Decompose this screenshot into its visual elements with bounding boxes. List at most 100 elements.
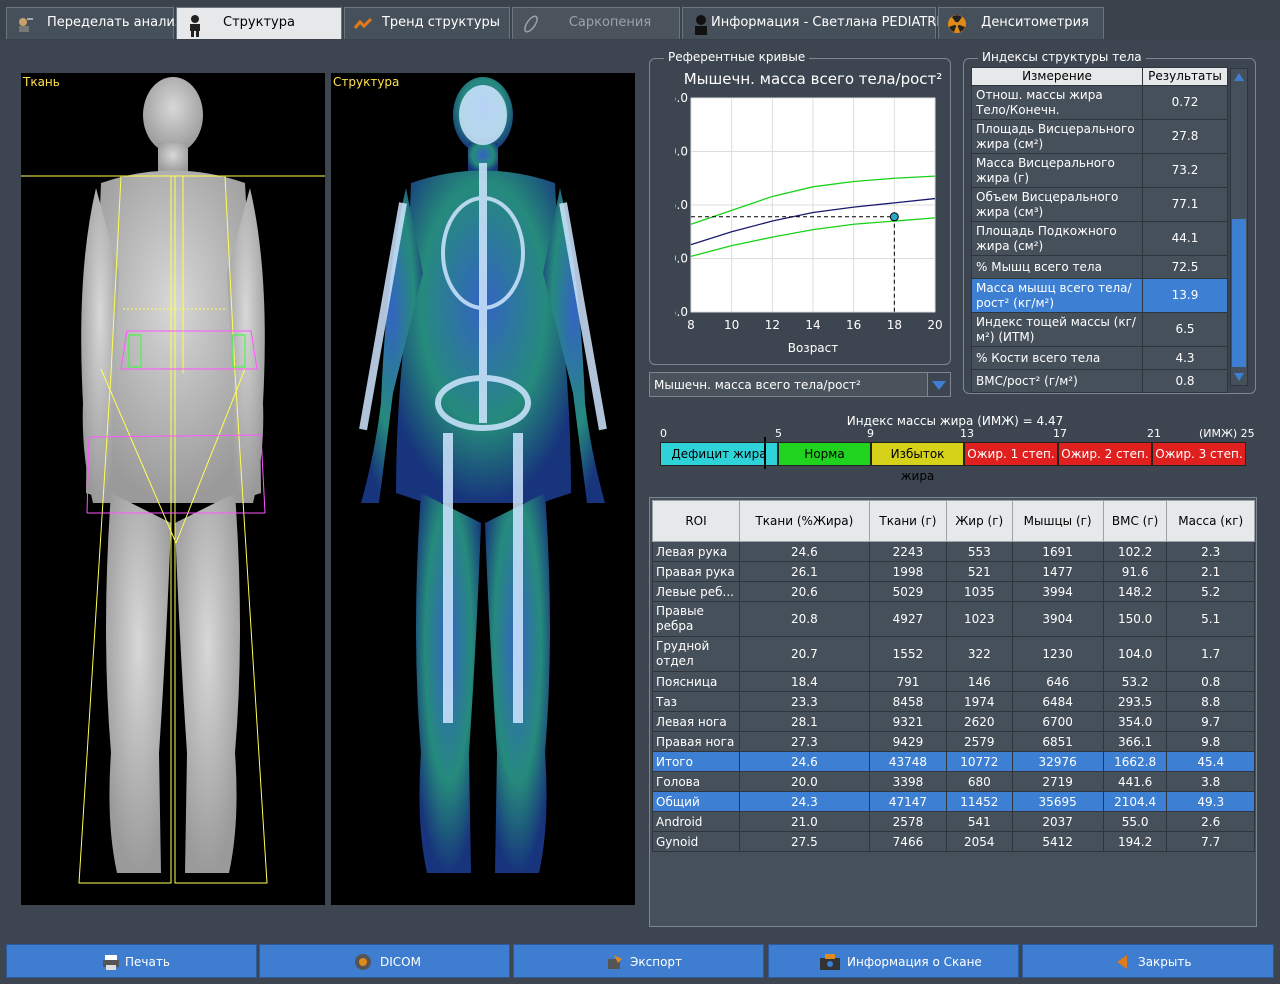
structure-image-panel[interactable]: Структура (331, 73, 635, 905)
scan-info-button[interactable]: Информация о Скане (768, 944, 1019, 978)
roi-table-row[interactable]: Правая рука 26.1 1998 521 1477 91.6 2.1 (652, 561, 1255, 582)
roi-table-row[interactable]: Правая нога 27.3 9429 2579 6851 366.1 9.8 (652, 731, 1255, 752)
reanalyze-icon (15, 14, 35, 34)
scroll-up-icon[interactable] (1231, 69, 1247, 85)
roi-value-cell: 2579 (946, 731, 1013, 752)
indices-row[interactable]: Масса Висцерального жира (г) 73.2 (971, 153, 1228, 188)
tab-patient-info[interactable]: Информация - Светлана PEDIATRIC (682, 7, 949, 39)
roi-value-cell: 45.4 (1166, 751, 1255, 772)
fmi-title: Индекс массы жира (ИМЖ) = 4.47 (846, 414, 1064, 428)
roi-name-cell: Левая нога (652, 711, 740, 732)
indices-row[interactable]: Объем Висцерального жира (см³) 77.1 (971, 187, 1228, 222)
indices-row[interactable]: % Кости всего тела 4.3 (971, 346, 1228, 370)
roi-value-cell: 5029 (868, 581, 948, 602)
roi-value-cell: 553 (946, 541, 1013, 562)
indices-result-cell: 0.8 (1142, 369, 1228, 393)
indices-row[interactable]: BMC/рост² (г/м²) 0.8 (971, 369, 1228, 393)
fmi-tick-label: 5 (775, 427, 782, 440)
roi-table-row[interactable]: Левая нога 28.1 9321 2620 6700 354.0 9.7 (652, 711, 1255, 732)
fmi-segment: Ожир. 3 степ. (1152, 442, 1246, 466)
roi-header-cell[interactable]: Масса (кг) (1166, 500, 1255, 542)
print-button[interactable]: Печать (6, 944, 257, 978)
roi-value-cell: 8458 (868, 691, 948, 712)
chart-x-tick-label: 20 (927, 318, 942, 332)
roi-table-row[interactable]: Итого 24.6 43748 10772 32976 1662.8 45.4 (652, 751, 1255, 772)
roi-value-cell: 49.3 (1166, 791, 1255, 812)
roi-value-cell: 322 (946, 636, 1013, 672)
roi-table-row[interactable]: Таз 23.3 8458 1974 6484 293.5 8.8 (652, 691, 1255, 712)
roi-value-cell: 6851 (1011, 731, 1104, 752)
chart-x-tick-label: 8 (687, 318, 695, 332)
roi-header-cell[interactable]: Мышцы (г) (1011, 500, 1104, 542)
roi-header-cell[interactable]: Ткани (%Жира) (739, 500, 870, 542)
roi-table-row[interactable]: Грудной отдел 20.7 1552 322 1230 104.0 1.7 (652, 636, 1255, 672)
export-button[interactable]: Экспорт (513, 944, 764, 978)
roi-value-cell: 23.3 (739, 691, 870, 712)
scroll-down-icon[interactable] (1231, 369, 1247, 385)
indices-row[interactable]: Площадь Висцерального жира (см²) 27.8 (971, 119, 1228, 154)
tab-structure[interactable]: Структура (176, 7, 342, 39)
indices-row[interactable]: Масса мышц всего тела/рост² (кг/м²) 13.9 (971, 278, 1228, 313)
roi-value-cell: 646 (1011, 671, 1104, 692)
roi-value-cell: 9.8 (1166, 731, 1255, 752)
roi-header-cell[interactable]: ROI (652, 500, 740, 542)
roi-table-row[interactable]: Левая рука 24.6 2243 553 1691 102.2 2.3 (652, 541, 1255, 562)
roi-value-cell: 3904 (1011, 601, 1104, 637)
roi-value-cell: 2578 (868, 811, 948, 832)
tissue-image-panel[interactable]: Ткань (21, 73, 325, 905)
roi-value-cell: 2719 (1011, 771, 1104, 792)
roi-value-cell: 1023 (946, 601, 1013, 637)
indices-scrollbar[interactable] (1230, 68, 1248, 386)
indices-result-cell: 44.1 (1142, 221, 1228, 256)
reference-curve-dropdown[interactable]: Мышечн. масса всего тела/рост² (649, 372, 951, 397)
chart-y-tick-label: 15.0 (675, 198, 688, 212)
indices-measure-cell: % Мышц всего тела (971, 255, 1143, 279)
indices-header-result[interactable]: Результаты (1142, 67, 1228, 86)
indices-measure-cell: Отнош. массы жира Тело/Конечн. (971, 85, 1143, 120)
indices-result-cell: 13.9 (1142, 278, 1228, 313)
roi-value-cell: 791 (868, 671, 948, 692)
roi-table-row[interactable]: Левые реб... 20.6 5029 1035 3994 148.2 5.2 (652, 581, 1255, 602)
roi-name-cell: Правая нога (652, 731, 740, 752)
roi-header-cell[interactable]: BMC (г) (1102, 500, 1168, 542)
roi-value-cell: 2.6 (1166, 811, 1255, 832)
roi-name-cell: Правая рука (652, 561, 740, 582)
tab-reanalyze[interactable]: Переделать анализ (6, 7, 182, 39)
radiation-icon (947, 14, 967, 34)
roi-value-cell: 28.1 (739, 711, 870, 732)
roi-header-cell[interactable]: Жир (г) (946, 500, 1013, 542)
close-arrow-icon (1113, 953, 1131, 971)
roi-name-cell: Поясница (652, 671, 740, 692)
tab-structure-trend[interactable]: Тренд структуры (344, 7, 510, 39)
roi-value-cell: 7466 (868, 831, 948, 852)
close-button[interactable]: Закрыть (1022, 944, 1274, 978)
roi-table-row[interactable]: Gynoid 27.5 7466 2054 5412 194.2 7.7 (652, 831, 1255, 852)
roi-value-cell: 7.7 (1166, 831, 1255, 852)
reference-chart-svg: 8 10 12 14 16 18 20 5.0 10.0 15.0 20.0 25.0 Мышечн. … (661, 70, 942, 355)
roi-table-row[interactable]: Android 21.0 2578 541 2037 55.0 2.6 (652, 811, 1255, 832)
fmi-segment: Избыток жира (871, 442, 964, 483)
roi-name-cell: Итого (652, 751, 740, 772)
indices-row[interactable]: Отнош. массы жира Тело/Конечн. 0.72 (971, 85, 1228, 120)
roi-table-row[interactable]: Общий 24.3 47147 11452 35695 2104.4 49.3 (652, 791, 1255, 812)
roi-header-cell[interactable]: Ткани (г) (868, 500, 948, 542)
roi-value-cell: 9.7 (1166, 711, 1255, 732)
indices-header-measure[interactable]: Измерение (971, 67, 1143, 86)
roi-table-row[interactable]: Голова 20.0 3398 680 2719 441.6 3.8 (652, 771, 1255, 792)
chart-patient-point (889, 212, 899, 222)
chevron-down-icon[interactable] (927, 373, 950, 396)
roi-value-cell: 5412 (1011, 831, 1104, 852)
dicom-button[interactable]: DICOM (259, 944, 510, 978)
indices-row[interactable]: Площадь Подкожного жира (см²) 44.1 (971, 221, 1228, 256)
roi-value-cell: 194.2 (1102, 831, 1168, 852)
roi-value-cell: 43748 (868, 751, 948, 772)
indices-row[interactable]: Индекс тощей массы (кг/м²) (ИТМ) 6.5 (971, 312, 1228, 347)
scroll-thumb[interactable] (1232, 219, 1246, 367)
tab-sarcopenia[interactable]: Саркопения (512, 7, 680, 39)
fmi-segment: Норма (778, 442, 871, 466)
roi-value-cell: 32976 (1011, 751, 1104, 772)
indices-row[interactable]: % Мышц всего тела 72.5 (971, 255, 1228, 279)
roi-table-row[interactable]: Правые ребра 20.8 4927 1023 3904 150.0 5.1 (652, 601, 1255, 637)
roi-table-row[interactable]: Поясница 18.4 791 146 646 53.2 0.8 (652, 671, 1255, 692)
tab-densitometry[interactable]: Денситометрия (938, 7, 1104, 39)
